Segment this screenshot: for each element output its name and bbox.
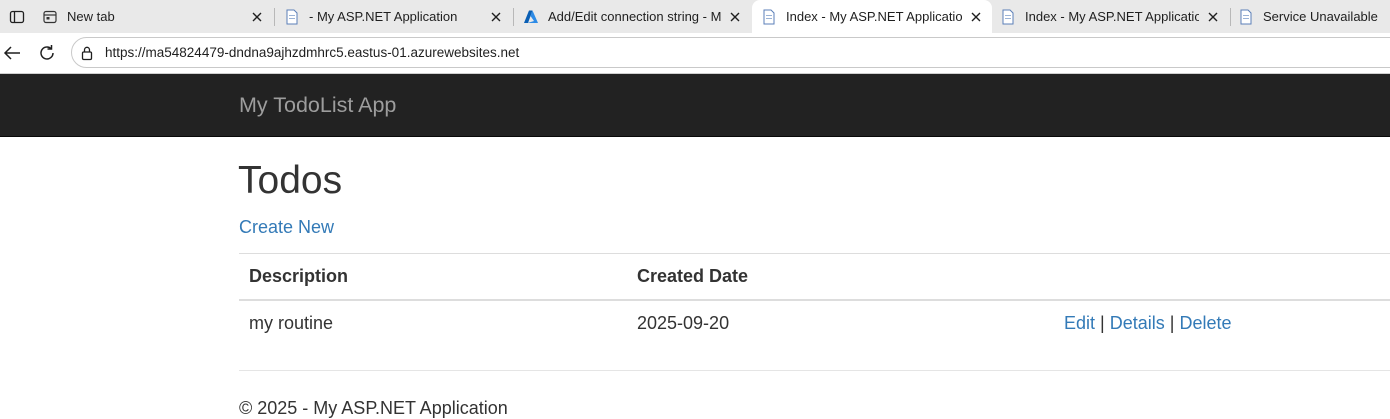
todo-table: Description Created Date my routine 2025… bbox=[239, 253, 1390, 346]
delete-link[interactable]: Delete bbox=[1180, 313, 1232, 333]
details-link[interactable]: Details bbox=[1110, 313, 1165, 333]
action-separator: | bbox=[1169, 312, 1175, 333]
todo-description: my routine bbox=[249, 312, 334, 333]
row-actions: Edit | Details | Delete bbox=[1054, 300, 1390, 346]
url-text[interactable]: https://ma54824479-dndna9ajhzdmhrc5.east… bbox=[105, 45, 519, 61]
back-arrow-icon bbox=[3, 46, 20, 60]
footer-copyright: © 2025 - My ASP.NET Application bbox=[239, 398, 508, 418]
close-tab-icon[interactable] bbox=[968, 9, 984, 25]
tab-title: Add/Edit connection string - Microsoft A… bbox=[548, 9, 721, 24]
create-new-link[interactable]: Create New bbox=[239, 216, 334, 238]
browser-tab-index-active[interactable]: Index - My ASP.NET Application bbox=[752, 0, 992, 33]
column-header-actions bbox=[1054, 253, 1390, 301]
site-navbar: My TodoList App bbox=[0, 74, 1390, 137]
close-tab-icon[interactable] bbox=[727, 9, 743, 25]
column-header-description: Description bbox=[239, 253, 627, 301]
browser-tab-index[interactable]: Index - My ASP.NET Application bbox=[991, 0, 1229, 33]
edit-link[interactable]: Edit bbox=[1064, 313, 1095, 333]
tab-title: Index - My ASP.NET Application bbox=[786, 9, 962, 24]
browser-tab-azure[interactable]: Add/Edit connection string - Microsoft A… bbox=[514, 0, 751, 33]
browser-tab-new-tab[interactable]: New tab bbox=[33, 0, 273, 33]
azure-icon bbox=[523, 9, 539, 25]
todo-created-date: 2025-09-20 bbox=[637, 312, 730, 333]
action-separator: | bbox=[1100, 312, 1105, 333]
browser-tab-asp-app[interactable]: - My ASP.NET Application bbox=[275, 0, 512, 33]
tab-title: Index - My ASP.NET Application bbox=[1025, 9, 1199, 24]
table-row: my routine 2025-09-20 Edit | Details | D… bbox=[239, 300, 1390, 346]
tab-title: New tab bbox=[67, 9, 115, 24]
table-header-row: Description Created Date bbox=[239, 253, 1390, 301]
close-tab-icon[interactable] bbox=[249, 9, 265, 25]
address-bar[interactable]: https://ma54824479-dndna9ajhzdmhrc5.east… bbox=[71, 37, 1390, 68]
lock-icon[interactable] bbox=[80, 45, 96, 61]
page-icon bbox=[1000, 9, 1016, 25]
browser-tab-service-unavailable[interactable]: Service Unavailable bbox=[1229, 0, 1390, 33]
tab-title: - My ASP.NET Application bbox=[309, 9, 458, 24]
refresh-icon bbox=[40, 45, 54, 60]
column-header-created-date: Created Date bbox=[627, 253, 1054, 301]
tab-actions-button[interactable] bbox=[0, 0, 33, 33]
page-icon bbox=[761, 9, 777, 25]
page-title: Todos bbox=[238, 159, 343, 202]
page-icon bbox=[284, 9, 300, 25]
footer-divider bbox=[239, 370, 1390, 371]
site-brand-link[interactable]: My TodoList App bbox=[239, 92, 396, 118]
browser-tab-strip: New tab - My ASP.NET Application Add/Edi… bbox=[0, 0, 1390, 33]
tab-title: Service Unavailable bbox=[1263, 9, 1378, 24]
browser-toolbar: https://ma54824479-dndna9ajhzdmhrc5.east… bbox=[0, 33, 1390, 73]
close-tab-icon[interactable] bbox=[488, 9, 504, 25]
tab-actions-icon bbox=[9, 10, 24, 23]
page-icon bbox=[1238, 9, 1254, 25]
back-button[interactable] bbox=[0, 41, 24, 65]
refresh-button[interactable] bbox=[35, 41, 59, 65]
close-tab-icon[interactable] bbox=[1205, 9, 1221, 25]
new-tab-icon bbox=[42, 9, 58, 25]
